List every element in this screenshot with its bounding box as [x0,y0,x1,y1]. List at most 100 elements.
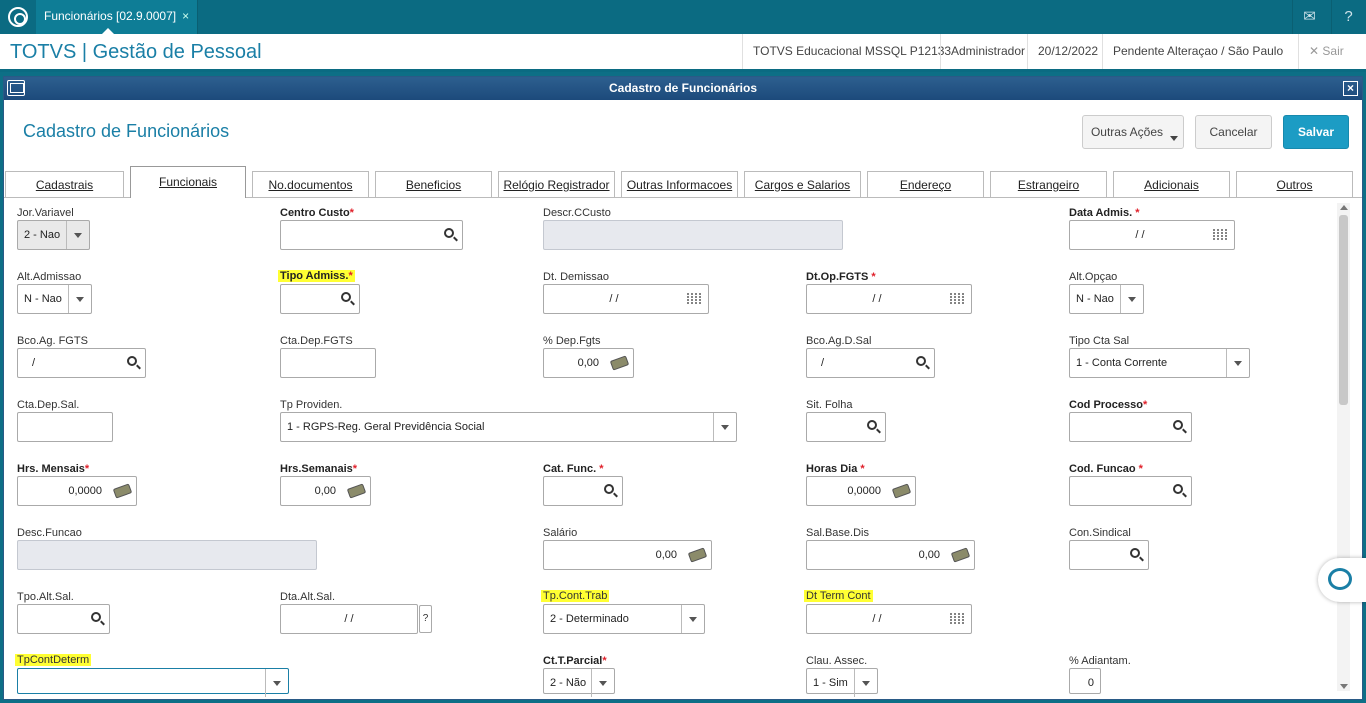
search-icon[interactable] [91,612,101,622]
tab-cadastrais[interactable]: Cadastrais [5,171,124,197]
alt-opcao-select[interactable]: N - Nao [1069,284,1144,314]
calculator-icon[interactable] [950,547,971,563]
required-marker: * [348,270,353,282]
save-button[interactable]: Salvar [1283,115,1349,149]
search-icon[interactable] [604,484,614,494]
search-icon[interactable] [127,356,137,366]
chat-support-button[interactable] [1318,558,1366,602]
dt-op-fgts-input[interactable]: / / [806,284,972,314]
calculator-icon[interactable] [687,547,708,563]
tab-funcionais[interactable]: Funcionais [130,166,246,198]
tab-outras-informacoes[interactable]: Outras Informacoes [621,171,738,197]
calculator-icon[interactable] [891,483,912,499]
exit-button[interactable]: ✕ Sair [1298,34,1354,69]
tab-beneficios[interactable]: Beneficios [375,171,492,197]
search-icon[interactable] [444,228,454,238]
close-icon: ✕ [1309,44,1320,58]
chevron-down-icon [689,617,697,622]
bco-ag-fgts-label: Bco.Ag. FGTS [17,335,88,347]
hrs-mensais-value: 0,0000 [68,485,102,497]
calendar-icon[interactable] [950,613,964,625]
tipo-admiss-label-text: Tipo Admiss. [280,270,349,282]
cat-func-input[interactable] [543,476,623,506]
other-actions-button[interactable]: Outras Ações [1082,115,1184,149]
tpo-alt-sal-label: Tpo.Alt.Sal. [17,591,74,603]
calculator-icon[interactable] [609,355,630,371]
tab-estrangeiro[interactable]: Estrangeiro [990,171,1107,197]
search-icon[interactable] [1173,484,1183,494]
calendar-icon[interactable] [950,293,964,305]
salario-input[interactable]: 0,00 [543,540,712,570]
app-tab[interactable]: Funcionários [02.9.0007] × [36,0,199,34]
cta-dep-fgts-input[interactable] [280,348,376,378]
required-marker: * [1132,207,1140,219]
mail-icon[interactable]: ✉ [1292,0,1326,34]
search-icon[interactable] [1130,548,1140,558]
hrs-semanais-input[interactable]: 0,00 [280,476,371,506]
tab-label: Outros [1276,178,1313,192]
totvs-logo-icon[interactable] [8,7,28,27]
scroll-down-icon[interactable] [1340,684,1348,689]
sal-base-dis-input[interactable]: 0,00 [806,540,975,570]
cta-dep-sal-input[interactable] [17,412,113,442]
tipo-cta-sal-select[interactable]: 1 - Conta Corrente [1069,348,1250,378]
tab-outros[interactable]: Outros [1236,171,1353,197]
sit-folha-input[interactable] [806,412,886,442]
adiantam-input[interactable]: 0 [1069,668,1101,694]
cod-processo-label: Cod Processo* [1069,399,1147,411]
dta-alt-sal-help-button[interactable]: ? [419,605,432,633]
close-tab-icon[interactable]: × [182,9,189,23]
clau-assec-label: Clau. Assec. [806,655,868,667]
dt-term-cont-input[interactable]: / / [806,604,972,634]
bco-ag-d-sal-input[interactable]: / [806,348,935,378]
data-admis-input[interactable]: / / [1069,220,1235,250]
tp-cont-determ-select[interactable] [17,668,289,697]
chevron-down-icon [1234,361,1242,366]
centro-custo-input[interactable] [280,220,463,250]
window-titlebar: Cadastro de Funcionários × [4,77,1362,100]
app-header: TOTVS | Gestão de Pessoal TOTVS Educacio… [0,34,1366,72]
cod-funcao-input[interactable] [1069,476,1192,506]
tab-relogio-registrador[interactable]: Relógio Registrador [498,171,615,197]
con-sindical-input[interactable] [1069,540,1149,570]
alt-admissao-select[interactable]: N - Nao [17,284,92,314]
tp-providen-label: Tp Providen. [280,399,343,411]
vertical-scrollbar[interactable] [1337,203,1350,691]
tp-cont-trab-select[interactable]: 2 - Determinado [543,604,705,634]
horas-dia-input[interactable]: 0,0000 [806,476,916,506]
bco-ag-fgts-input[interactable]: / [17,348,146,378]
descr-ccusto-field [543,220,843,250]
cancel-button[interactable]: Cancelar [1195,115,1272,149]
chevron-down-icon [74,233,82,238]
dta-alt-sal-input[interactable]: / / [280,604,418,634]
dep-fgts-input[interactable]: 0,00 [543,348,634,378]
calculator-icon[interactable] [112,483,133,499]
search-icon[interactable] [916,356,926,366]
help-icon[interactable]: ? [1331,0,1365,34]
clau-assec-select[interactable]: 1 - Sim [806,668,878,697]
dt-demissao-input[interactable]: / / [543,284,709,314]
tpo-alt-sal-input[interactable] [17,604,110,634]
search-icon[interactable] [1173,420,1183,430]
required-marker: * [349,207,354,219]
tab-adicionais[interactable]: Adicionais [1113,171,1230,197]
hrs-mensais-input[interactable]: 0,0000 [17,476,137,506]
search-icon[interactable] [867,420,877,430]
calculator-icon[interactable] [346,483,367,499]
search-icon[interactable] [341,292,351,302]
tab-endereco[interactable]: Endereço [867,171,984,197]
dialog-window: Cadastro de Funcionários × Cadastro de F… [3,76,1363,700]
calendar-icon[interactable] [1213,229,1227,241]
calendar-icon[interactable] [687,293,701,305]
cod-processo-input[interactable] [1069,412,1192,442]
scroll-up-icon[interactable] [1340,205,1348,210]
tab-no-documentos[interactable]: No.documentos [252,171,369,197]
tp-providen-select[interactable]: 1 - RGPS-Reg. Geral Previdência Social [280,412,737,442]
jor-variavel-select[interactable]: 2 - Nao [17,220,90,250]
tipo-admiss-input[interactable] [280,284,360,314]
window-close-button[interactable]: × [1343,81,1358,96]
scrollbar-thumb[interactable] [1339,215,1348,405]
ct-t-parcial-select[interactable]: 2 - Não [543,668,615,697]
tab-cargos-e-salarios[interactable]: Cargos e Salarios [744,171,861,197]
cod-funcao-label: Cod. Funcao * [1069,463,1143,475]
